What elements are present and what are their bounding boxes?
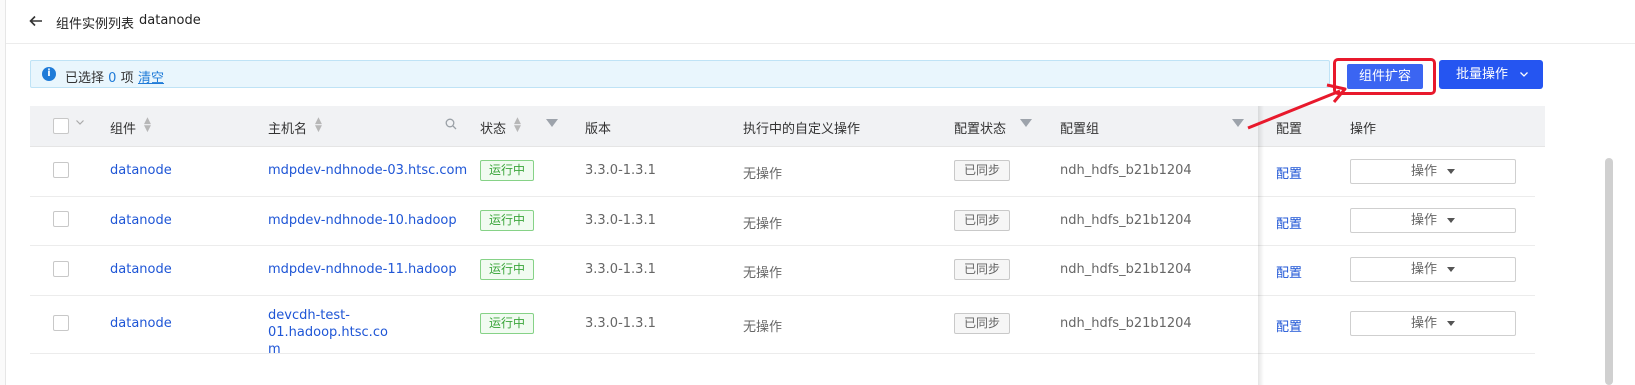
- config-status-badge: 已同步: [954, 259, 1010, 280]
- component-link[interactable]: datanode: [110, 213, 172, 228]
- selection-alert: i 已选择 0 项 清空: [30, 60, 1330, 88]
- filter-icon[interactable]: [546, 119, 558, 127]
- status-badge: 运行中: [480, 210, 534, 231]
- version-text: 3.3.0-1.3.1: [585, 213, 656, 228]
- config-group-text: ndh_hdfs_b21b1204: [1060, 316, 1192, 331]
- component-link[interactable]: datanode: [110, 316, 172, 331]
- column-operation: 操作: [1350, 122, 1377, 137]
- config-group-text: ndh_hdfs_b21b1204: [1060, 163, 1192, 178]
- operation-dropdown[interactable]: 操作: [1350, 159, 1516, 184]
- status-badge: 运行中: [480, 259, 534, 280]
- row-checkbox[interactable]: [53, 211, 69, 227]
- caret-down-icon: [1447, 321, 1455, 326]
- hostname-link[interactable]: mdpdev-ndhnode-10.hadoop: [268, 213, 457, 228]
- selection-count: 0: [108, 71, 117, 86]
- caret-down-icon: [1447, 169, 1455, 174]
- row-checkbox[interactable]: [53, 315, 69, 331]
- config-link[interactable]: 配置: [1276, 163, 1302, 182]
- custom-operation-text: 无操作: [743, 167, 783, 182]
- table-row: [30, 354, 1535, 385]
- expand-component-button[interactable]: 组件扩容: [1347, 64, 1423, 89]
- column-custom-operation: 执行中的自定义操作: [743, 122, 861, 137]
- custom-operation-text: 无操作: [743, 266, 783, 281]
- operation-dropdown[interactable]: 操作: [1350, 311, 1516, 336]
- caret-down-icon: [1447, 218, 1455, 223]
- column-hostname: 主机名: [268, 122, 308, 137]
- row-checkbox[interactable]: [53, 261, 69, 277]
- operation-dropdown[interactable]: 操作: [1350, 257, 1516, 282]
- filter-icon[interactable]: [1020, 119, 1032, 127]
- config-status-badge: 已同步: [954, 210, 1010, 231]
- component-link[interactable]: datanode: [110, 163, 172, 178]
- table-row: datanode devcdh-test-01.hadoop.htsc.co m …: [30, 296, 1535, 357]
- column-config: 配置: [1276, 122, 1303, 137]
- column-config-status: 配置状态: [954, 122, 1007, 137]
- version-text: 3.3.0-1.3.1: [585, 163, 656, 178]
- fixed-column-shadow: [1258, 106, 1264, 385]
- page-subtitle: datanode: [139, 13, 201, 28]
- config-link[interactable]: 配置: [1276, 262, 1302, 281]
- hostname-link[interactable]: devcdh-test-01.hadoop.htsc.co m: [268, 307, 458, 358]
- column-component: 组件: [110, 122, 137, 137]
- left-panel-edge: [0, 0, 6, 385]
- column-status: 状态: [480, 122, 507, 137]
- page-header: 组件实例列表 datanode: [6, 0, 1635, 44]
- batch-operation-button[interactable]: 批量操作: [1439, 60, 1543, 89]
- table-row: datanode mdpdev-ndhnode-03.htsc.com 运行中 …: [30, 147, 1535, 197]
- row-checkbox[interactable]: [53, 162, 69, 178]
- table-scrollbar[interactable]: [1605, 158, 1613, 385]
- caret-down-icon: [1447, 267, 1455, 272]
- info-icon: i: [42, 67, 56, 81]
- custom-operation-text: 无操作: [743, 320, 783, 335]
- sort-icon[interactable]: ▲ ▼: [514, 117, 521, 134]
- config-group-text: ndh_hdfs_b21b1204: [1060, 262, 1192, 277]
- component-link[interactable]: datanode: [110, 262, 172, 277]
- select-all-checkbox[interactable]: [53, 118, 69, 134]
- custom-operation-text: 无操作: [743, 217, 783, 232]
- filter-icon[interactable]: [1232, 119, 1244, 127]
- config-status-badge: 已同步: [954, 160, 1010, 181]
- expand-button-highlight: 组件扩容: [1333, 58, 1436, 95]
- chevron-down-icon: [1519, 60, 1529, 89]
- config-group-text: ndh_hdfs_b21b1204: [1060, 213, 1192, 228]
- config-status-badge: 已同步: [954, 313, 1010, 334]
- hostname-link[interactable]: mdpdev-ndhnode-03.htsc.com: [268, 163, 467, 178]
- table-header: 组件 ▲ ▼ 主机名 ▲ ▼ 状态 ▲ ▼ 版本 执行中的自定义操作 配置状态 配置组…: [30, 106, 1545, 147]
- chevron-down-icon[interactable]: [75, 117, 85, 130]
- version-text: 3.3.0-1.3.1: [585, 262, 656, 277]
- sort-icon[interactable]: ▲ ▼: [315, 117, 322, 134]
- config-link[interactable]: 配置: [1276, 213, 1302, 232]
- table-row: datanode mdpdev-ndhnode-10.hadoop 运行中 3.…: [30, 197, 1535, 246]
- column-config-group: 配置组: [1060, 122, 1100, 137]
- operation-dropdown[interactable]: 操作: [1350, 208, 1516, 233]
- status-badge: 运行中: [480, 313, 534, 334]
- status-badge: 运行中: [480, 160, 534, 181]
- hostname-link[interactable]: mdpdev-ndhnode-11.hadoop: [268, 262, 457, 277]
- config-link[interactable]: 配置: [1276, 316, 1302, 335]
- version-text: 3.3.0-1.3.1: [585, 316, 656, 331]
- column-version: 版本: [585, 122, 612, 137]
- page-title: 组件实例列表: [56, 17, 135, 32]
- table-row: datanode mdpdev-ndhnode-11.hadoop 运行中 3.…: [30, 246, 1535, 296]
- search-icon[interactable]: [445, 118, 457, 133]
- arrow-left-icon[interactable]: [28, 10, 50, 32]
- sort-icon[interactable]: ▲ ▼: [144, 117, 151, 134]
- batch-operation-label: 批量操作: [1456, 67, 1509, 82]
- selection-text: 已选择 0 项: [65, 71, 134, 86]
- clear-selection-link[interactable]: 清空: [138, 67, 164, 86]
